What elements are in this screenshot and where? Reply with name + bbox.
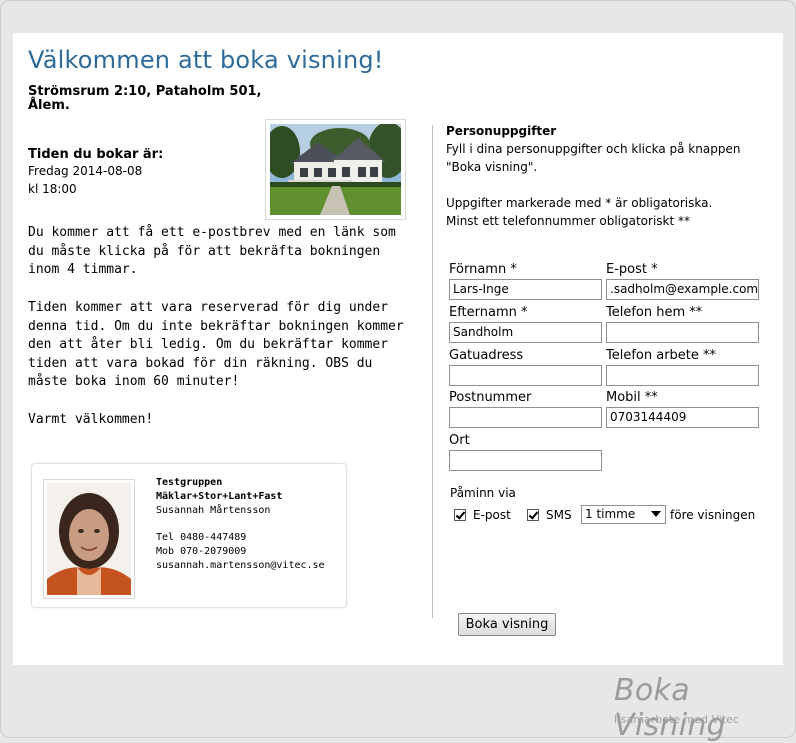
phone-note: Minst ett telefonnummer obligatoriskt ** (446, 214, 691, 228)
agent-company: Mäklar+Stor+Lant+Fast (156, 491, 283, 502)
chevron-down-icon (651, 511, 661, 517)
column-divider (432, 125, 433, 618)
first-name-label: Förnamn * (449, 262, 517, 277)
reminder-sms-checkbox[interactable] (527, 509, 539, 521)
agent-mobile: Mob 070-2079009 (156, 546, 247, 557)
last-name-label: Efternamn * (449, 305, 528, 320)
required-note: Uppgifter markerade med * är obligatoris… (446, 196, 713, 210)
agent-email[interactable]: susannah.martensson@vitec.se (156, 559, 325, 573)
phone-work-field[interactable] (606, 365, 759, 386)
reminder-suffix: före visningen (670, 508, 756, 522)
reminder-interval-value: 1 timme (585, 507, 636, 521)
booking-label: Tiden du bokar är: (28, 147, 164, 162)
agent-details: Testgruppen Mäklar+Stor+Lant+Fast Susann… (156, 476, 325, 573)
phone-home-label: Telefon hem ** (606, 305, 703, 320)
email-field[interactable]: .sadholm@example.com (606, 279, 759, 300)
reminder-email-label: E-post (473, 508, 511, 522)
confirmation-info: Du kommer att få ett e-postbrev med en l… (28, 225, 396, 277)
postal-code-field[interactable] (449, 407, 602, 428)
email-label: E-post * (606, 262, 658, 277)
form-heading: Personuppgifter (446, 124, 557, 138)
phone-home-field[interactable] (606, 322, 759, 343)
agent-name: Susannah Mårtensson (156, 505, 271, 516)
mobile-label: Mobil ** (606, 390, 658, 405)
agent-phone: Tel 0480-447489 (156, 532, 247, 543)
brand-tagline: I samarbete med Vitec (614, 713, 739, 726)
welcome-text: Varmt välkommen! (28, 412, 154, 427)
city-field[interactable] (449, 450, 602, 471)
street-field[interactable] (449, 365, 602, 386)
reminder-interval-select[interactable]: 1 timme (581, 505, 666, 524)
agent-group: Testgruppen (156, 477, 223, 488)
reservation-info: Tiden kommer att vara reserverad för dig… (28, 300, 404, 389)
form-intro-line1: Fyll i dina personuppgifter och klicka p… (446, 142, 741, 156)
postal-code-label: Postnummer (449, 390, 532, 405)
reminder-email-checkbox[interactable] (454, 509, 466, 521)
city-label: Ort (449, 433, 470, 448)
phone-work-label: Telefon arbete ** (606, 348, 717, 363)
property-address: Strömsrum 2:10, Pataholm 501, Ålem. (28, 84, 262, 113)
property-photo (265, 119, 406, 220)
reminder-sms-label: SMS (546, 508, 572, 522)
form-intro-line2: "Boka visning". (446, 160, 538, 174)
agent-card: Testgruppen Mäklar+Stor+Lant+Fast Susann… (31, 463, 347, 608)
reminder-label: Påminn via (450, 486, 516, 500)
book-viewing-button[interactable]: Boka visning (458, 613, 556, 636)
agent-photo (43, 479, 135, 599)
booking-date: Fredag 2014-08-08 (28, 164, 143, 178)
street-label: Gatuadress (449, 348, 524, 363)
brand-logo: Boka Visning (614, 673, 726, 743)
mobile-field[interactable]: 0703144409 (606, 407, 759, 428)
last-name-field[interactable]: Sandholm (449, 322, 602, 343)
booking-time: kl 18:00 (28, 182, 77, 196)
first-name-field[interactable]: Lars-Inge (449, 279, 602, 300)
page-title: Välkommen att boka visning! (28, 46, 384, 74)
